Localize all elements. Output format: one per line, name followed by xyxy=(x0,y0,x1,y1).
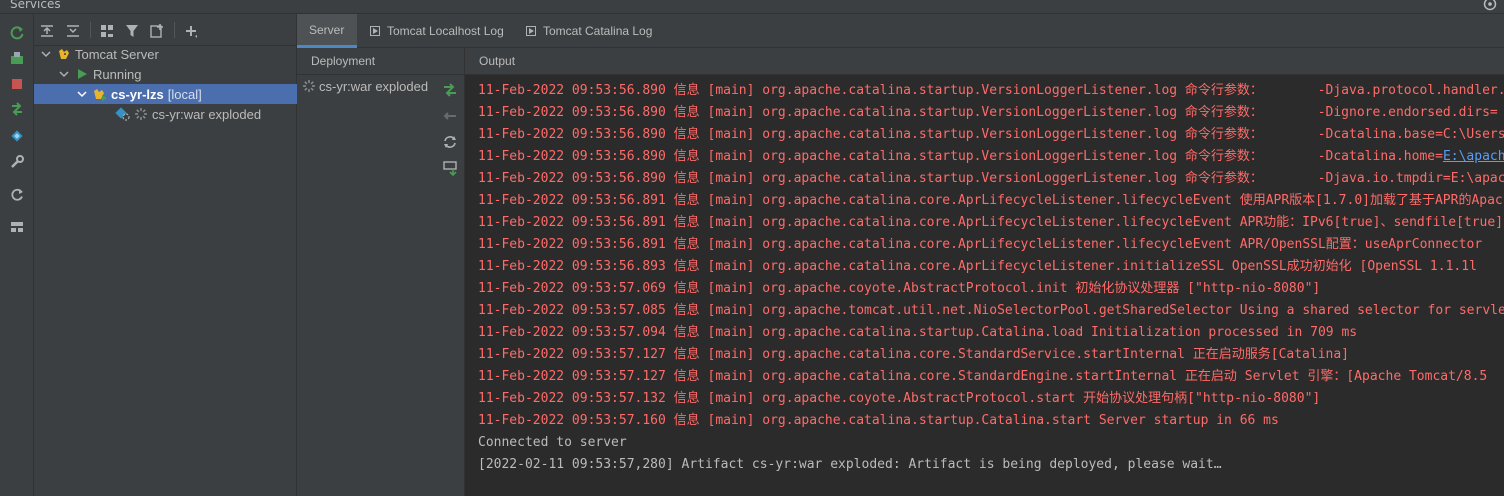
services-tree-panel: Tomcat Server Running cs-yr-lzs [local] … xyxy=(34,14,297,496)
tree-node-label: cs-yr:war exploded xyxy=(152,106,262,122)
artifact-deploying-icon xyxy=(114,106,130,122)
log-line: 11-Feb-2022 09:53:56.890 信息 [main] org.a… xyxy=(478,171,1504,186)
settings-icon[interactable] xyxy=(1482,0,1498,12)
update-artifact-icon[interactable] xyxy=(442,134,458,150)
log-line: 11-Feb-2022 09:53:56.893 信息 [main] org.a… xyxy=(478,259,1477,274)
tab-label: Server xyxy=(309,22,345,37)
log-icon xyxy=(369,25,381,37)
log-line: 11-Feb-2022 09:53:57.085 信息 [main] org.a… xyxy=(478,303,1504,318)
tab-label: Tomcat Localhost Log xyxy=(387,24,504,38)
log-line: 11-Feb-2022 09:53:57.127 信息 [main] org.a… xyxy=(478,369,1488,384)
deployment-item[interactable]: cs-yr:war exploded xyxy=(301,78,428,94)
redeploy-icon[interactable] xyxy=(8,100,26,118)
chevron-down-icon[interactable] xyxy=(40,48,52,60)
chevron-down-icon[interactable] xyxy=(76,88,88,100)
log-line: [2022-02-11 09:53:57,280] Artifact cs-yr… xyxy=(478,457,1222,472)
run-icon xyxy=(74,66,90,82)
tab-label: Tomcat Catalina Log xyxy=(543,24,653,38)
deployment-panel: Deployment cs-yr:war exploded xyxy=(297,48,465,496)
tab-tomcat-catalina-log[interactable]: Tomcat Catalina Log xyxy=(513,14,664,48)
title-bar: Services xyxy=(0,0,1504,14)
log-icon xyxy=(525,25,537,37)
tree-toolbar xyxy=(34,14,297,46)
refresh-icon[interactable] xyxy=(8,186,26,204)
tree-node-cs-yr-lzs[interactable]: cs-yr-lzs [local] xyxy=(34,84,297,104)
loading-spinner-icon xyxy=(133,106,149,122)
log-line: 11-Feb-2022 09:53:56.890 信息 [main] org.a… xyxy=(478,146,1504,168)
log-line: Connected to server xyxy=(478,435,627,450)
deploy-icon[interactable] xyxy=(8,49,26,67)
log-line: 11-Feb-2022 09:53:57.127 信息 [main] org.a… xyxy=(478,347,1350,362)
stop-icon[interactable] xyxy=(8,75,26,93)
log-line: 11-Feb-2022 09:53:56.890 信息 [main] org.a… xyxy=(478,105,1498,120)
undeploy-artifact-icon[interactable] xyxy=(442,108,458,124)
log-line: 11-Feb-2022 09:53:56.890 信息 [main] org.a… xyxy=(478,83,1504,98)
log-line: 11-Feb-2022 09:53:57.160 信息 [main] org.a… xyxy=(478,413,1279,428)
tree-node-suffix: [local] xyxy=(167,86,202,102)
tomcat-icon xyxy=(56,46,72,62)
group-by-icon[interactable] xyxy=(98,22,116,40)
log-line: 11-Feb-2022 09:53:56.891 信息 [main] org.a… xyxy=(478,193,1504,208)
tree-node-label: cs-yr-lzs xyxy=(111,86,164,102)
log-path-link[interactable]: E:\apache xyxy=(1443,149,1504,164)
output-panel: Output 11-Feb-2022 09:53:56.890 信息 [main… xyxy=(465,48,1504,496)
loading-spinner-icon xyxy=(301,78,317,94)
chevron-down-icon[interactable] xyxy=(58,68,70,80)
wrench-icon[interactable] xyxy=(8,153,26,171)
tree-node-running[interactable]: Running xyxy=(34,64,297,84)
deploy-to-server-icon[interactable] xyxy=(442,160,458,176)
toolbar-separator xyxy=(174,22,175,38)
tree-node-tomcat-server[interactable]: Tomcat Server xyxy=(34,44,297,64)
log-line-text: 11-Feb-2022 09:53:56.890 信息 [main] org.a… xyxy=(478,149,1443,164)
deploy-artifact-icon[interactable] xyxy=(442,82,458,98)
log-line: 11-Feb-2022 09:53:57.132 信息 [main] org.a… xyxy=(478,391,1321,406)
toolbar-separator xyxy=(90,22,91,38)
artifact-icon[interactable] xyxy=(8,127,26,145)
output-log[interactable]: 11-Feb-2022 09:53:56.890 信息 [main] org.a… xyxy=(478,80,1504,476)
service-tabs: Server Tomcat Localhost Log Tomcat Catal… xyxy=(297,14,1504,48)
layout-icon[interactable] xyxy=(8,218,26,236)
log-line: 11-Feb-2022 09:53:56.890 信息 [main] org.a… xyxy=(478,127,1504,142)
tree-node-label: Tomcat Server xyxy=(75,46,159,62)
output-header: Output xyxy=(465,48,1504,75)
deployment-header: Deployment xyxy=(297,48,465,75)
add-service-icon[interactable] xyxy=(182,22,200,40)
window-title: Services xyxy=(10,0,61,11)
log-line: 11-Feb-2022 09:53:56.891 信息 [main] org.a… xyxy=(478,215,1504,230)
rerun-icon[interactable] xyxy=(8,24,26,42)
log-line: 11-Feb-2022 09:53:57.069 信息 [main] org.a… xyxy=(478,281,1321,296)
tab-tomcat-localhost-log[interactable]: Tomcat Localhost Log xyxy=(357,14,516,48)
deployment-item-label: cs-yr:war exploded xyxy=(319,78,429,94)
expand-all-icon[interactable] xyxy=(38,22,56,40)
log-line: 11-Feb-2022 09:53:57.094 信息 [main] org.a… xyxy=(478,325,1358,340)
log-line: 11-Feb-2022 09:53:56.891 信息 [main] org.a… xyxy=(478,237,1483,252)
tab-server[interactable]: Server xyxy=(297,14,357,48)
new-service-icon[interactable] xyxy=(148,22,166,40)
filter-icon[interactable] xyxy=(123,22,141,40)
tomcat-running-icon xyxy=(92,86,108,102)
tree-node-label: Running xyxy=(93,66,142,82)
collapse-all-icon[interactable] xyxy=(64,22,82,40)
tree-node-artifact[interactable]: cs-yr:war exploded xyxy=(34,104,297,124)
services-left-toolbar xyxy=(0,14,34,496)
